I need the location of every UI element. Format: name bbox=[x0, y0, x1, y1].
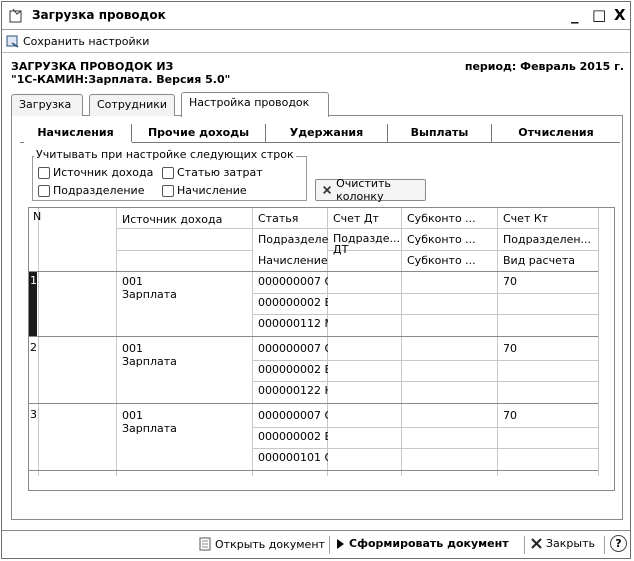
checkbox[interactable] bbox=[38, 184, 50, 197]
article-cell[interactable]: 000000002 Бухгалте... bbox=[254, 428, 328, 445]
row-separator bbox=[29, 470, 598, 471]
app-icon bbox=[9, 8, 22, 23]
period-label: период: Февраль 2015 г. bbox=[464, 60, 624, 73]
source-cell[interactable]: 001 Зарплата bbox=[118, 273, 250, 303]
check-label: Подразделение bbox=[53, 184, 145, 197]
subtab-contributions[interactable]: Отчисления bbox=[492, 124, 620, 142]
save-settings-icon bbox=[6, 35, 19, 48]
clear-column-button[interactable]: Очистить колонку bbox=[315, 177, 426, 203]
maximize-button[interactable]: □ bbox=[592, 6, 606, 24]
col-credit-header: Счет Кт bbox=[503, 212, 549, 225]
main-window: Загрузка проводок _ □ X Сохранить настро… bbox=[1, 1, 631, 559]
help-button[interactable]: ? bbox=[610, 535, 627, 552]
article-cell[interactable]: 000000007 Общехоз... bbox=[254, 407, 328, 424]
subtab-deductions[interactable]: Удержания bbox=[266, 124, 388, 142]
check-label: Начисление bbox=[177, 184, 247, 197]
tab-employees[interactable]: Сотрудники bbox=[89, 94, 175, 116]
row-number: 2 bbox=[30, 341, 37, 354]
status-bar: Открыть документ Сформировать документ З… bbox=[2, 530, 630, 558]
col-calc-type-header: Вид расчета bbox=[503, 254, 575, 267]
header-title-line2: "1С-КАМИН:Зарплата. Версия 5.0" bbox=[11, 73, 231, 86]
col-department-header: Подразделение bbox=[258, 233, 328, 246]
subtab-payments[interactable]: Выплаты bbox=[388, 124, 492, 142]
credit-account-cell[interactable]: 70 bbox=[499, 407, 598, 424]
article-cell[interactable]: 000000007 Общехоз... bbox=[254, 273, 328, 290]
sub-tabs: Начисления Прочие доходы Удержания Выпла… bbox=[20, 124, 620, 142]
row-separator bbox=[29, 403, 598, 404]
form-document-button[interactable]: Сформировать документ bbox=[336, 537, 509, 550]
checkbox[interactable] bbox=[162, 184, 174, 197]
checkbox[interactable] bbox=[162, 166, 174, 179]
col-subconto3-header: Субконто ... bbox=[407, 254, 476, 267]
source-cell[interactable]: 001 Зарплата bbox=[118, 407, 250, 437]
header-title-line1: ЗАГРУЗКА ПРОВОДОК ИЗ bbox=[11, 60, 174, 73]
save-settings-button[interactable]: Сохранить настройки bbox=[6, 34, 149, 48]
article-cell[interactable]: 000000122 Надбавк... bbox=[254, 382, 328, 399]
article-cell[interactable]: 000000002 Бухгалте... bbox=[254, 294, 328, 311]
check-accrual[interactable]: Начисление bbox=[162, 184, 247, 197]
group-legend: Учитывать при настройке следующих строк bbox=[34, 148, 296, 161]
close-button[interactable]: Закрыть bbox=[531, 537, 595, 550]
postings-grid[interactable]: N Источник дохода Статья Счет Дт Субконт… bbox=[28, 207, 615, 491]
play-icon bbox=[337, 538, 344, 549]
col-debit-header: Счет Дт bbox=[333, 212, 379, 225]
open-document-button[interactable]: Открыть документ bbox=[199, 537, 325, 551]
credit-account-cell[interactable]: 70 bbox=[499, 273, 598, 290]
col-number-header: N bbox=[33, 210, 42, 223]
form-document-label: Сформировать документ bbox=[349, 537, 509, 550]
article-cell[interactable]: 000000002 Бухгалте... bbox=[254, 361, 328, 378]
checkbox[interactable] bbox=[38, 166, 50, 179]
subtab-other-income[interactable]: Прочие доходы bbox=[132, 124, 266, 142]
article-cell[interactable]: 000000007 Общехоз... bbox=[254, 340, 328, 357]
col-subconto2-header: Субконто ... bbox=[407, 233, 476, 246]
check-label: Статью затрат bbox=[177, 166, 263, 179]
tab-load[interactable]: Загрузка bbox=[11, 94, 83, 116]
check-label: Источник дохода bbox=[53, 166, 154, 179]
row-separator bbox=[29, 336, 598, 337]
tab-posting-settings[interactable]: Настройка проводок bbox=[181, 92, 329, 117]
col-accrual-header: Начисление bbox=[258, 254, 328, 267]
document-icon bbox=[199, 537, 211, 551]
col-dept-credit-header: Подразделен... bbox=[503, 233, 592, 246]
source-cell[interactable]: 001 Зарплата bbox=[118, 340, 250, 370]
check-income-source[interactable]: Источник дохода bbox=[38, 166, 153, 179]
clear-icon bbox=[323, 186, 332, 194]
close-label: Закрыть bbox=[546, 537, 595, 550]
col-subconto-debit-header: Субконто ... bbox=[407, 212, 476, 225]
save-settings-label: Сохранить настройки bbox=[23, 34, 150, 48]
clear-column-label: Очистить колонку bbox=[336, 177, 391, 203]
toolbar: Сохранить настройки bbox=[2, 31, 630, 53]
credit-account-cell[interactable]: 70 bbox=[499, 340, 598, 357]
close-window-button[interactable]: X bbox=[614, 6, 626, 24]
subtab-accruals[interactable]: Начисления bbox=[20, 124, 132, 142]
title-bar: Загрузка проводок _ □ X bbox=[2, 2, 630, 30]
minimize-button[interactable]: _ bbox=[571, 6, 579, 24]
check-department[interactable]: Подразделение bbox=[38, 184, 144, 197]
col-article-header: Статья bbox=[258, 212, 299, 225]
row-number: 1 bbox=[30, 274, 37, 287]
check-cost-item[interactable]: Статью затрат bbox=[162, 166, 263, 179]
close-icon bbox=[531, 538, 542, 549]
window-title: Загрузка проводок bbox=[32, 8, 166, 22]
article-cell[interactable]: 000000101 Оклад bbox=[254, 449, 328, 466]
article-cell[interactable]: 000000112 Месячна... bbox=[254, 315, 328, 332]
row-number: 3 bbox=[30, 408, 37, 421]
help-icon: ? bbox=[610, 535, 627, 552]
col-source-header: Источник дохода bbox=[122, 213, 223, 226]
open-document-label: Открыть документ bbox=[215, 537, 325, 551]
col-dept-debit-header: Подразде... ДТ bbox=[333, 232, 401, 256]
